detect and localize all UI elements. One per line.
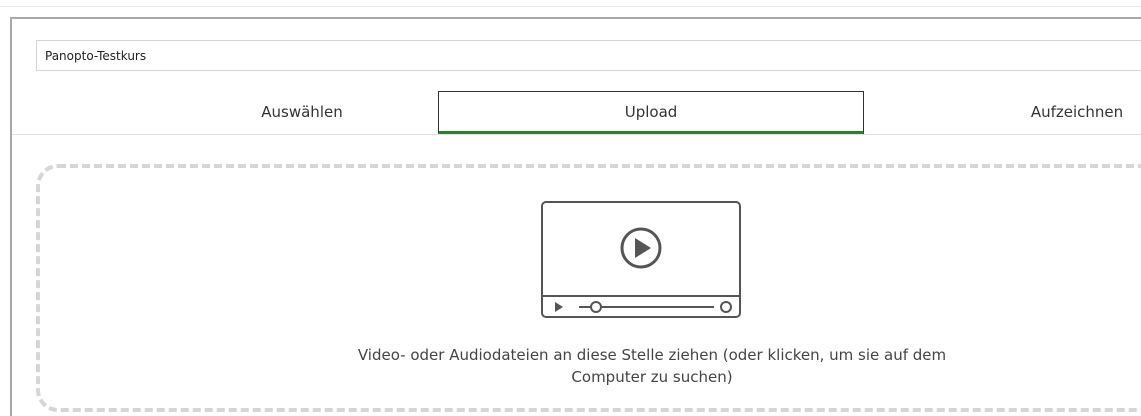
tab-divider	[12, 134, 1141, 135]
dropzone-instructions: Video- oder Audiodateien an diese Stelle…	[357, 346, 947, 386]
tab-record[interactable]: Aufzeichnen	[882, 91, 1141, 133]
course-folder-select[interactable]: Panopto-Testkurs	[36, 40, 1141, 71]
top-divider	[0, 6, 1141, 7]
tab-upload[interactable]: Upload	[438, 91, 864, 135]
video-player-icon	[541, 201, 741, 318]
upload-panel: Panopto-Testkurs Auswählen Upload Aufzei…	[10, 17, 1141, 416]
